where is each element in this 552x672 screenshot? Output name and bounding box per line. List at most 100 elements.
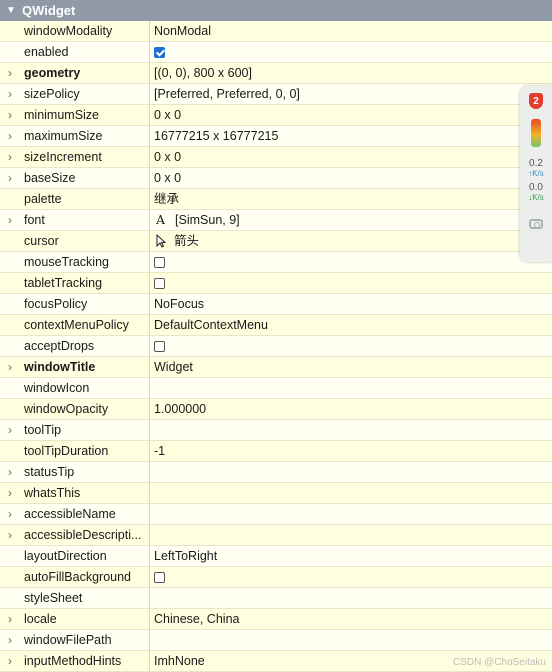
property-value[interactable] bbox=[150, 630, 552, 650]
chevron-right-icon[interactable]: › bbox=[0, 210, 20, 230]
property-name: maximumSize bbox=[20, 126, 150, 146]
property-value-text: 0 x 0 bbox=[154, 108, 182, 122]
property-value[interactable]: -1 bbox=[150, 441, 552, 461]
chevron-right-icon[interactable]: › bbox=[0, 84, 20, 104]
property-value[interactable] bbox=[150, 273, 552, 293]
property-row[interactable]: › maximumSize 16777215 x 16777215 bbox=[0, 126, 552, 147]
property-row[interactable]: focusPolicy NoFocus bbox=[0, 294, 552, 315]
property-value[interactable] bbox=[150, 525, 552, 545]
property-row[interactable]: › sizePolicy [Preferred, Preferred, 0, 0] bbox=[0, 84, 552, 105]
property-row[interactable]: › windowTitle Widget bbox=[0, 357, 552, 378]
chevron-right-icon[interactable]: › bbox=[0, 525, 20, 545]
property-row[interactable]: › sizeIncrement 0 x 0 bbox=[0, 147, 552, 168]
property-row[interactable]: enabled bbox=[0, 42, 552, 63]
property-row[interactable]: cursor 箭头 bbox=[0, 231, 552, 252]
font-icon: A bbox=[156, 212, 166, 227]
chevron-right-icon[interactable]: › bbox=[0, 168, 20, 188]
property-row[interactable]: styleSheet bbox=[0, 588, 552, 609]
property-row[interactable]: › font A [SimSun, 9] bbox=[0, 210, 552, 231]
property-value[interactable] bbox=[150, 42, 552, 62]
property-value[interactable] bbox=[150, 252, 552, 272]
chevron-right-icon[interactable]: › bbox=[0, 462, 20, 482]
property-row[interactable]: mouseTracking bbox=[0, 252, 552, 273]
property-value[interactable]: 1.000000 bbox=[150, 399, 552, 419]
property-value[interactable]: 箭头 bbox=[150, 231, 552, 251]
property-value[interactable]: NoFocus bbox=[150, 294, 552, 314]
property-row[interactable]: windowModality NonModal bbox=[0, 21, 552, 42]
property-value[interactable]: 继承 bbox=[150, 189, 552, 209]
property-row[interactable]: › windowFilePath bbox=[0, 630, 552, 651]
property-row[interactable]: › minimumSize 0 x 0 bbox=[0, 105, 552, 126]
property-value[interactable] bbox=[150, 420, 552, 440]
property-name: toolTipDuration bbox=[20, 441, 150, 461]
chevron-down-icon[interactable]: ▼ bbox=[0, 0, 22, 21]
property-row[interactable]: tabletTracking bbox=[0, 273, 552, 294]
property-row[interactable]: windowOpacity 1.000000 bbox=[0, 399, 552, 420]
property-value[interactable] bbox=[150, 504, 552, 524]
chevron-right-icon[interactable]: › bbox=[0, 504, 20, 524]
property-row[interactable]: layoutDirection LeftToRight bbox=[0, 546, 552, 567]
property-row[interactable]: palette 继承 bbox=[0, 189, 552, 210]
property-value[interactable] bbox=[150, 588, 552, 608]
property-value-text: NoFocus bbox=[154, 297, 205, 311]
property-row[interactable]: windowIcon bbox=[0, 378, 552, 399]
property-name: sizePolicy bbox=[20, 84, 150, 104]
row-indent bbox=[0, 567, 20, 587]
property-value[interactable] bbox=[150, 567, 552, 587]
chevron-right-icon[interactable]: › bbox=[0, 105, 20, 125]
property-row[interactable]: acceptDrops bbox=[0, 336, 552, 357]
property-value[interactable]: Chinese, China bbox=[150, 609, 552, 629]
property-value-text: [(0, 0), 800 x 600] bbox=[154, 66, 252, 80]
camera-icon[interactable] bbox=[529, 219, 543, 229]
property-name: accessibleDescripti... bbox=[20, 525, 150, 545]
chevron-right-icon[interactable]: › bbox=[0, 63, 20, 83]
property-row[interactable]: › whatsThis bbox=[0, 483, 552, 504]
property-row[interactable]: contextMenuPolicy DefaultContextMenu bbox=[0, 315, 552, 336]
chevron-right-icon[interactable]: › bbox=[0, 420, 20, 440]
checkbox-unchecked[interactable] bbox=[154, 571, 165, 583]
property-list: windowModality NonModal enabled › geometry[(… bbox=[0, 21, 552, 672]
chevron-right-icon[interactable]: › bbox=[0, 126, 20, 146]
property-row[interactable]: › locale Chinese, China bbox=[0, 609, 552, 630]
property-name: sizeIncrement bbox=[20, 147, 150, 167]
property-value[interactable]: 0 x 0 bbox=[150, 168, 552, 188]
upload-speed-unit: K/s bbox=[532, 169, 544, 178]
chevron-right-icon[interactable]: › bbox=[0, 483, 20, 503]
badge-count: 2 bbox=[533, 95, 539, 107]
property-row[interactable]: › accessibleDescripti... bbox=[0, 525, 552, 546]
property-row[interactable]: › geometry [(0, 0), 800 x 600] bbox=[0, 63, 552, 84]
checkbox-unchecked[interactable] bbox=[154, 340, 165, 352]
chevron-right-icon[interactable]: › bbox=[0, 609, 20, 629]
property-row[interactable]: › statusTip bbox=[0, 462, 552, 483]
property-value[interactable] bbox=[150, 378, 552, 398]
property-value[interactable]: [Preferred, Preferred, 0, 0] bbox=[150, 84, 552, 104]
floating-monitor-widget[interactable]: 2 0.2 ↑K/s 0.0 ↓K/s bbox=[520, 86, 552, 262]
property-row[interactable]: › baseSize 0 x 0 bbox=[0, 168, 552, 189]
property-row[interactable]: › accessibleName bbox=[0, 504, 552, 525]
chevron-right-icon[interactable]: › bbox=[0, 147, 20, 167]
property-value[interactable] bbox=[150, 483, 552, 503]
checkbox-unchecked[interactable] bbox=[154, 256, 165, 268]
property-row[interactable]: toolTipDuration -1 bbox=[0, 441, 552, 462]
property-value[interactable]: A [SimSun, 9] bbox=[150, 210, 552, 230]
property-value[interactable]: [(0, 0), 800 x 600] bbox=[150, 63, 552, 83]
property-value[interactable]: LeftToRight bbox=[150, 546, 552, 566]
property-value[interactable]: NonModal bbox=[150, 21, 552, 41]
property-value[interactable] bbox=[150, 336, 552, 356]
chevron-right-icon[interactable]: › bbox=[0, 630, 20, 650]
property-value[interactable] bbox=[150, 462, 552, 482]
property-row[interactable]: › toolTip bbox=[0, 420, 552, 441]
property-value[interactable]: 0 x 0 bbox=[150, 147, 552, 167]
chevron-right-icon[interactable]: › bbox=[0, 651, 20, 671]
chevron-right-icon[interactable]: › bbox=[0, 357, 20, 377]
property-value[interactable]: 16777215 x 16777215 bbox=[150, 126, 552, 146]
property-value[interactable]: Widget bbox=[150, 357, 552, 377]
checkbox-unchecked[interactable] bbox=[154, 277, 165, 289]
row-indent bbox=[0, 441, 20, 461]
property-value[interactable]: 0 x 0 bbox=[150, 105, 552, 125]
property-value[interactable]: DefaultContextMenu bbox=[150, 315, 552, 335]
property-group-header[interactable]: ▼ QWidget bbox=[0, 0, 552, 21]
shield-badge-icon[interactable]: 2 bbox=[529, 93, 543, 109]
property-row[interactable]: autoFillBackground bbox=[0, 567, 552, 588]
checkbox-checked[interactable] bbox=[154, 46, 165, 58]
